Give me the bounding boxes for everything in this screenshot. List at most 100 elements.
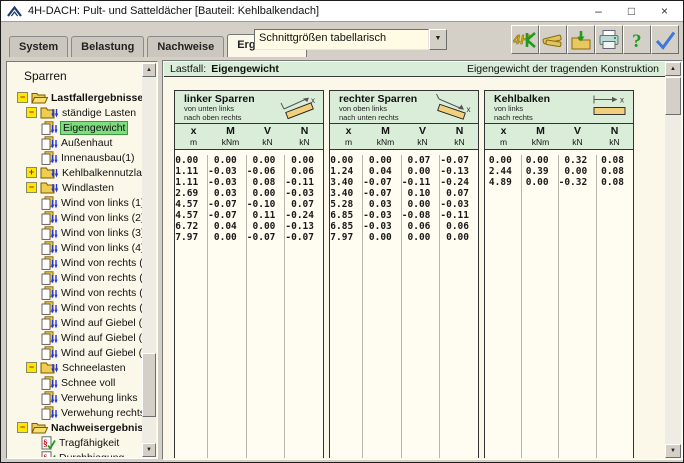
view-mode-value[interactable]: Schnittgrößen tabellarisch — [254, 29, 429, 50]
table-value: -0.03 — [363, 210, 401, 221]
tree-item[interactable]: Wind von rechts (1) — [8, 255, 142, 270]
tree-item-label: Nachweisergebnisse — [51, 422, 142, 434]
view-mode-select[interactable]: Schnittgrößen tabellarisch — [254, 29, 447, 50]
column-unit: kN — [559, 137, 596, 147]
table-value: -0.07 — [363, 188, 401, 199]
results-scrollbar[interactable] — [665, 62, 681, 458]
tree-item[interactable]: +Kehlbalkennutzlast — [8, 165, 142, 180]
import-button[interactable] — [567, 25, 595, 54]
tree-item-label: Verwehung rechts — [61, 407, 142, 419]
tree-item[interactable]: Wind von rechts (3) — [8, 285, 142, 300]
table-column: 0.320.00-0.32 — [558, 155, 597, 458]
loadcase-icon — [40, 151, 58, 165]
collapse-icon[interactable]: − — [26, 107, 37, 118]
tree-item[interactable]: −Schneelasten — [8, 360, 142, 375]
collapse-icon[interactable]: − — [17, 422, 28, 433]
table-value: 4.57 — [175, 210, 207, 221]
table-value: -0.10 — [247, 199, 285, 210]
tree-item[interactable]: Wind von links (4) — [8, 240, 142, 255]
help-button[interactable]: ? — [623, 25, 651, 54]
table-value: 0.00 — [440, 232, 478, 243]
sidebar-scrollbar-thumb[interactable] — [142, 353, 156, 417]
tree-item[interactable]: Schnee voll — [8, 375, 142, 390]
table-value: -0.03 — [208, 177, 246, 188]
tree-item[interactable]: Wind von links (2) — [8, 210, 142, 225]
table-value: -0.03 — [363, 221, 401, 232]
table-value: -0.07 — [440, 155, 478, 166]
tree-item[interactable]: −Windlasten — [8, 180, 142, 195]
proof-icon: § — [40, 451, 56, 458]
maximize-button[interactable]: □ — [615, 2, 648, 21]
tree-item[interactable]: Außenhaut — [8, 135, 142, 150]
tree-item[interactable]: Innenausbau(1) — [8, 150, 142, 165]
tree-item[interactable]: §Durchbiegung — [8, 450, 142, 457]
table-value: 0.08 — [247, 177, 285, 188]
rafter-up-icon: x — [275, 92, 321, 128]
confirm-button[interactable] — [651, 25, 679, 54]
tab-system[interactable]: System — [9, 36, 68, 57]
tree-item[interactable]: Wind von links (3) — [8, 225, 142, 240]
tree-item[interactable]: − Nachweisergebnisse — [8, 420, 142, 435]
loadcase-icon — [40, 301, 58, 315]
loadcase-icon — [40, 241, 58, 255]
results-scrollbar-thumb[interactable] — [665, 77, 681, 115]
lastfall-value: Eigengewicht — [211, 63, 279, 75]
table-value: 3.40 — [330, 177, 362, 188]
column-unit: kN — [404, 137, 441, 147]
scroll-up-icon[interactable] — [665, 62, 681, 76]
table-body: 0.001.243.403.405.286.856.857.970.000.04… — [330, 150, 478, 458]
load-folder-icon — [40, 166, 59, 179]
tree-item[interactable]: Verwehung rechts — [8, 405, 142, 420]
tree-item[interactable]: −Lastfallergebnisse — [8, 90, 142, 105]
print-button[interactable] — [595, 25, 623, 54]
scroll-up-icon[interactable] — [142, 63, 156, 77]
table-value: 0.00 — [247, 188, 285, 199]
tab-nachweise[interactable]: Nachweise — [147, 36, 224, 57]
tree-item[interactable]: −ständige Lasten — [8, 105, 142, 120]
tree-item[interactable]: Eigengewicht — [8, 120, 142, 135]
table-value: 2.44 — [485, 166, 521, 177]
table-value: 0.11 — [247, 210, 285, 221]
table-body: 0.002.444.890.000.390.000.320.00-0.320.0… — [485, 150, 633, 458]
collapse-icon[interactable]: − — [26, 182, 37, 193]
tree-item[interactable]: §Tragfähigkeit — [8, 435, 142, 450]
title-bar: 4H-DACH: Pult- und Satteldächer [Bauteil… — [1, 1, 683, 22]
minimize-button[interactable]: – — [582, 2, 615, 21]
tab-belastung[interactable]: Belastung — [71, 36, 144, 57]
toolbar-buttons: 4H — [511, 25, 679, 54]
scroll-down-icon[interactable] — [142, 443, 156, 457]
timber-button[interactable] — [539, 25, 567, 54]
svg-text:§: § — [43, 454, 48, 458]
collapse-icon[interactable]: − — [26, 362, 37, 373]
folder-open-icon — [31, 421, 48, 434]
tree-item[interactable]: Wind auf Giebel (3) — [8, 345, 142, 360]
tables: linker Sparrenvon unten linksnach oben r… — [174, 90, 639, 458]
tree-item[interactable]: Wind auf Giebel (1) — [8, 315, 142, 330]
sidebar-scrollbar[interactable] — [142, 63, 156, 457]
results-table: Kehlbalkenvon linksnach rechtsxxmMkNmVkN… — [484, 90, 634, 458]
column-unit: kNm — [367, 137, 404, 147]
scroll-down-icon[interactable] — [665, 444, 681, 458]
sidebar-panel: Sparren −Lastfallergebnisse−ständige Las… — [6, 61, 158, 459]
close-button[interactable]: × — [648, 2, 681, 21]
tree-item[interactable]: Wind von rechts (2) — [8, 270, 142, 285]
tree-item-label: Innenausbau(1) — [61, 152, 135, 164]
dropdown-arrow-icon[interactable] — [429, 29, 447, 50]
tree-item[interactable]: Verwehung links — [8, 390, 142, 405]
tree-item[interactable]: Wind auf Giebel (2) — [8, 330, 142, 345]
collapse-icon[interactable]: − — [17, 92, 28, 103]
table-value: -0.13 — [285, 221, 323, 232]
table-column: -0.07-0.13-0.240.07-0.03-0.110.060.00 — [439, 155, 478, 458]
results-panel: Lastfall: Eigengewicht Eigengewicht der … — [162, 60, 683, 460]
table-value: 1.11 — [175, 177, 207, 188]
table-value: 0.39 — [522, 166, 558, 177]
logo-4h-button[interactable]: 4H — [511, 25, 539, 54]
column-unit: kN — [441, 137, 478, 147]
expand-icon[interactable]: + — [26, 167, 37, 178]
column-unit: kNm — [212, 137, 249, 147]
column-header: MkNm — [212, 124, 249, 149]
tree-item[interactable]: Wind von rechts (4) — [8, 300, 142, 315]
confirm-icon — [653, 29, 677, 51]
column-name: M — [367, 125, 404, 137]
tree-item[interactable]: Wind von links (1) — [8, 195, 142, 210]
